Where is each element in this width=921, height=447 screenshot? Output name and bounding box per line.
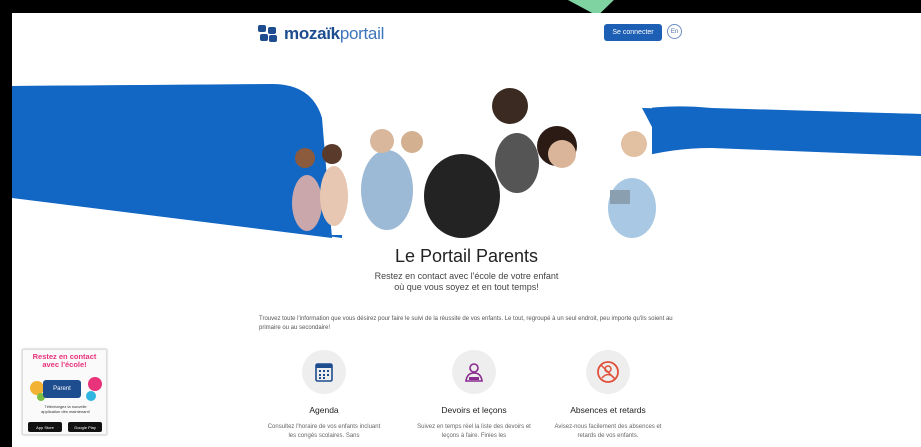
promo-download-text: Téléchargez la nouvelle application dès … [41, 404, 90, 414]
absence-icon [586, 350, 630, 394]
logo-text: mozaïkportail [284, 24, 385, 43]
feature-description: Suivez en temps réel la liste des devoir… [417, 424, 531, 439]
student-icon [452, 350, 496, 394]
google-play-button[interactable]: Google Play [68, 422, 102, 432]
hero-banner [12, 78, 921, 238]
calendar-icon [302, 350, 346, 394]
promo-headline: Restez en contact avec l'école! [32, 352, 97, 369]
mobile-app-promo[interactable]: Restez en contact avec l'école! Parent T… [22, 349, 107, 435]
intro-paragraph: Trouvez toute l'information que vous dés… [259, 316, 673, 331]
browser-viewport: mozaïkportail Se connecter En Le Portail… [12, 13, 921, 447]
feature-homework: Devoirs et leçons Suivez en temps réel l… [404, 350, 544, 441]
mozaik-logo-icon [258, 25, 278, 43]
page-title: Le Portail Parents [394, 246, 539, 266]
feature-title: Absences et retards [570, 405, 646, 415]
app-store-button[interactable]: App Store [28, 422, 62, 432]
feature-description: Avisez-nous facilement des absences et r… [554, 424, 662, 439]
mozaik-portail-logo[interactable]: mozaïkportail [258, 24, 384, 44]
language-toggle-button[interactable]: En [667, 24, 682, 39]
feature-absences: Absences et retards Avisez-nous facileme… [538, 350, 678, 441]
feature-description: Consultez l'horaire de vos enfants inclu… [267, 424, 381, 439]
parent-app-icon: Parent [43, 380, 81, 398]
feature-agenda: Agenda Consultez l'horaire de vos enfant… [254, 350, 394, 441]
login-button[interactable]: Se connecter [604, 24, 662, 41]
page-subtitle: Restez en contact avec l'école de votre … [374, 271, 559, 292]
feature-title: Agenda [309, 405, 339, 415]
feature-title: Devoirs et leçons [441, 405, 507, 415]
